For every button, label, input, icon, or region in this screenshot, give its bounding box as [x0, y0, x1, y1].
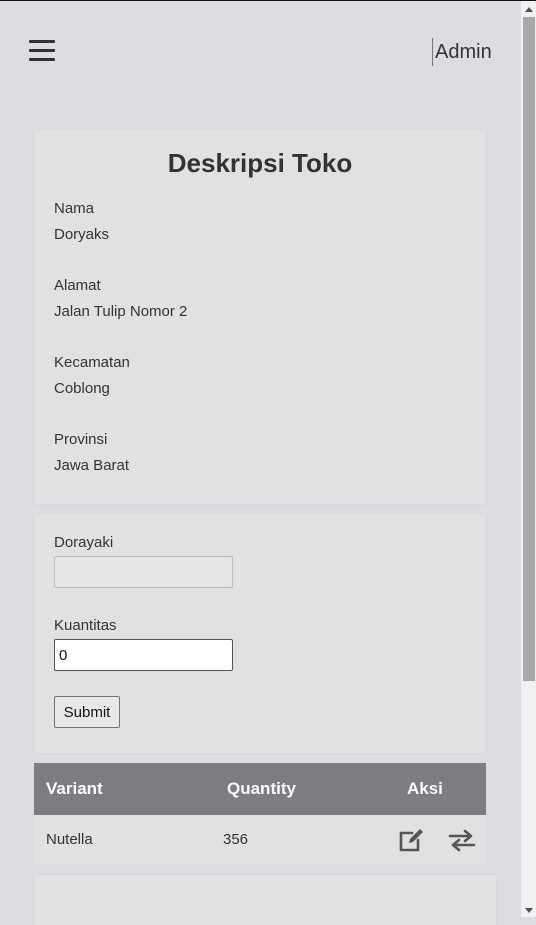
hamburger-menu-icon[interactable]	[29, 40, 55, 62]
field-provinsi: Provinsi Jawa Barat	[54, 427, 129, 479]
store-description-card: Deskripsi Toko Nama Doryaks Alamat Jalan…	[34, 130, 486, 504]
header-variant: Variant	[46, 779, 103, 798]
quantity-cell: 356	[223, 831, 249, 848]
header-aksi: Aksi	[407, 779, 443, 798]
field-label: Alamat	[54, 277, 101, 294]
vertical-scrollbar[interactable]	[521, 1, 536, 917]
transfer-icon[interactable]	[448, 827, 476, 853]
scrollbar-thumb[interactable]	[523, 17, 535, 681]
submit-button[interactable]: Submit	[54, 696, 120, 728]
quantity-input[interactable]	[54, 639, 233, 671]
edit-icon[interactable]	[398, 827, 426, 853]
store-description-title: Deskripsi Toko	[167, 148, 353, 178]
header-quantity: Quantity	[227, 779, 296, 798]
field-nama: Nama Doryaks	[54, 196, 109, 248]
admin-user-label[interactable]: Admin	[432, 38, 492, 66]
next-card	[34, 875, 496, 925]
field-value: Jalan Tulip Nomor 2	[54, 303, 188, 320]
field-value: Jawa Barat	[54, 457, 130, 474]
field-label: Kecamatan	[54, 354, 130, 371]
table-header: Variant Quantity Aksi	[34, 763, 486, 815]
table-row: Nutella 356	[34, 815, 486, 865]
scroll-down-arrow-icon[interactable]	[525, 908, 533, 913]
field-alamat: Alamat Jalan Tulip Nomor 2	[54, 273, 187, 325]
variant-cell: Nutella	[46, 831, 93, 848]
add-stock-form: Dorayaki Kuantitas Submit	[34, 514, 486, 753]
field-value: Doryaks	[54, 226, 110, 243]
field-kecamatan: Kecamatan Coblong	[54, 350, 130, 402]
dorayaki-select[interactable]	[54, 556, 233, 588]
scroll-up-arrow-icon[interactable]	[525, 7, 533, 12]
quantity-label: Kuantitas	[54, 617, 117, 634]
dorayaki-label: Dorayaki	[54, 534, 114, 551]
field-value: Coblong	[54, 380, 110, 397]
field-label: Provinsi	[54, 431, 108, 448]
field-label: Nama	[54, 200, 95, 217]
window-top-border	[0, 0, 536, 1]
